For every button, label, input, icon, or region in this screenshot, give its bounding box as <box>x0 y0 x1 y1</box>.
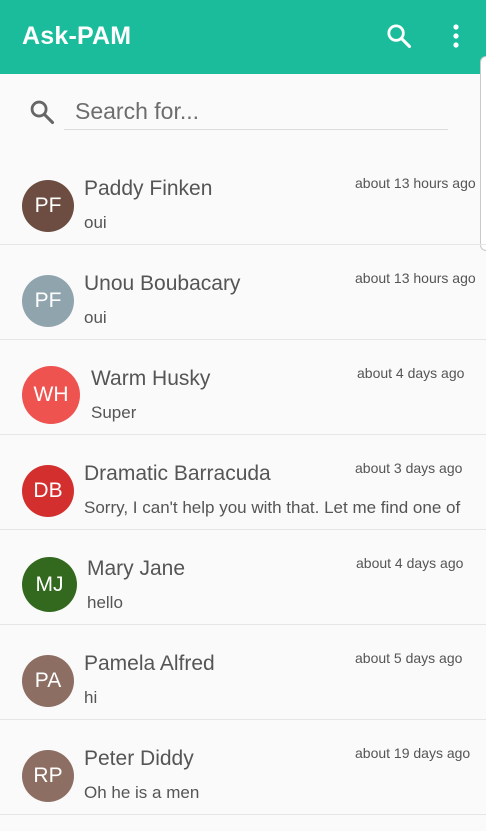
avatar: PA <box>22 655 74 707</box>
contact-name: Pamela Alfred <box>84 652 215 675</box>
timestamp: about 13 hours ago <box>355 175 476 191</box>
contact-name: Dramatic Barracuda <box>84 462 271 485</box>
app-title: Ask-PAM <box>22 22 132 50</box>
last-message: oui <box>84 213 107 232</box>
contact-name: Unou Boubacary <box>84 272 241 295</box>
timestamp: about 13 hours ago <box>355 270 476 286</box>
last-message: hello <box>87 593 123 612</box>
search-input[interactable] <box>64 94 448 129</box>
contact-name: Mary Jane <box>87 557 186 580</box>
search-button[interactable] <box>384 20 414 52</box>
search-icon <box>387 24 412 49</box>
search-bar <box>0 74 486 150</box>
timestamp: about 3 days ago <box>355 460 463 476</box>
contact-name: Paddy Finken <box>84 177 213 200</box>
more-vert-icon <box>453 24 459 48</box>
avatar: WH <box>22 366 80 424</box>
overflow-menu-button[interactable] <box>441 20 471 52</box>
last-message: Oh he is a men <box>84 783 200 802</box>
timestamp: about 5 days ago <box>355 650 463 666</box>
last-message: oui <box>84 308 107 327</box>
avatar: DB <box>22 465 74 517</box>
last-message: Super <box>91 403 137 422</box>
conversation-row[interactable]: WH Warm Husky Super about 4 days ago <box>0 340 486 435</box>
conversation-row[interactable]: PF Unou Boubacary oui about 13 hours ago <box>0 245 486 340</box>
contact-name: Warm Husky <box>91 367 211 390</box>
conversation-row[interactable]: RP Peter Diddy Oh he is a men about 19 d… <box>0 720 486 815</box>
app-bar: Ask-PAM <box>0 0 486 74</box>
timestamp: about 4 days ago <box>357 365 465 381</box>
conversation-row[interactable]: PF Paddy Finken oui about 13 hours ago <box>0 150 486 245</box>
search-field <box>64 94 448 130</box>
contact-name: Peter Diddy <box>84 747 194 770</box>
conversation-list: PF Paddy Finken oui about 13 hours ago P… <box>0 150 486 815</box>
avatar: RP <box>22 750 74 802</box>
conversation-row[interactable]: PA Pamela Alfred hi about 5 days ago <box>0 625 486 720</box>
last-message: hi <box>84 688 98 707</box>
last-message: Sorry, I can't help you with that. Let m… <box>84 498 461 517</box>
timestamp: about 4 days ago <box>356 555 464 571</box>
timestamp: about 19 days ago <box>355 745 471 761</box>
conversation-row[interactable]: MJ Mary Jane hello about 4 days ago <box>0 530 486 625</box>
avatar: PF <box>22 275 74 327</box>
search-icon <box>30 100 55 125</box>
avatar: PF <box>22 180 74 232</box>
conversation-row[interactable]: DB Dramatic Barracuda Sorry, I can't hel… <box>0 435 486 530</box>
avatar: MJ <box>22 557 77 612</box>
